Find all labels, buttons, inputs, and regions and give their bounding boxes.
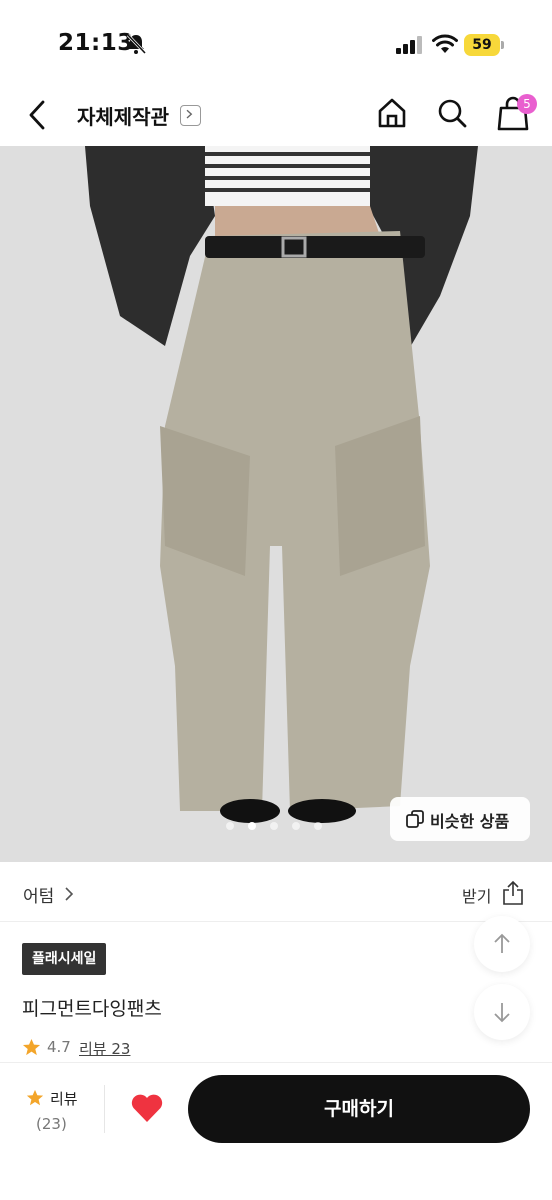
share-icon[interactable]	[502, 880, 524, 906]
pagination-dot[interactable]	[270, 822, 278, 830]
arrow-up-icon	[494, 933, 510, 953]
back-arrow-icon[interactable]	[24, 98, 50, 132]
image-pagination-dots	[226, 822, 326, 832]
star-icon	[26, 1089, 44, 1106]
pagination-dot[interactable]	[292, 822, 300, 830]
status-bar: 21:13 59	[0, 0, 552, 80]
product-name: 피그먼트다잉팬츠	[22, 998, 162, 1020]
signal-icon	[396, 36, 422, 54]
battery-level: 59	[464, 34, 500, 56]
scroll-down-button[interactable]	[474, 984, 530, 1040]
battery-indicator: 59	[464, 34, 504, 56]
star-icon	[22, 1038, 41, 1056]
brand-name[interactable]: 어텀	[23, 882, 54, 907]
divider	[104, 1085, 105, 1133]
chevron-right-icon[interactable]	[64, 886, 74, 902]
battery-tip	[501, 41, 504, 49]
brand-row: 어텀 받기	[0, 862, 552, 922]
arrow-down-icon	[494, 1003, 510, 1023]
flash-sale-badge: 플래시세일	[22, 943, 107, 975]
similar-products-label: 비슷한 상품	[430, 812, 510, 831]
pagination-dot[interactable]	[226, 822, 234, 830]
review-link[interactable]: 리뷰 23	[79, 1038, 130, 1059]
pagination-dot-active[interactable]	[248, 822, 256, 830]
chevron-right-icon[interactable]	[180, 105, 201, 126]
review-summary[interactable]: 리뷰 (23)	[22, 1085, 82, 1135]
bell-slash-icon	[126, 33, 147, 55]
status-time: 21:13	[58, 30, 134, 56]
review-label: 리뷰	[50, 1090, 78, 1108]
scroll-up-button[interactable]	[474, 916, 530, 972]
bottom-action-bar: 리뷰 (23) 구매하기	[0, 1062, 552, 1200]
top-nav: 자체제작관	[0, 80, 552, 146]
product-image[interactable]	[0, 146, 552, 862]
copy-icon	[406, 810, 424, 828]
home-icon[interactable]	[376, 96, 408, 130]
heart-icon[interactable]	[130, 1093, 164, 1123]
wifi-icon	[432, 34, 458, 53]
coupon-label[interactable]: 받기	[462, 883, 491, 907]
rating-value: 4.7	[47, 1038, 71, 1056]
cart-count-badge: 5	[517, 94, 537, 114]
buy-button[interactable]: 구매하기	[188, 1075, 530, 1143]
search-icon[interactable]	[436, 96, 468, 130]
page-title[interactable]: 자체제작관	[77, 101, 169, 130]
pagination-dot[interactable]	[314, 822, 322, 830]
similar-products-button[interactable]: 비슷한 상품	[390, 797, 530, 841]
review-count: (23)	[36, 1115, 67, 1133]
product-photo	[0, 146, 552, 862]
